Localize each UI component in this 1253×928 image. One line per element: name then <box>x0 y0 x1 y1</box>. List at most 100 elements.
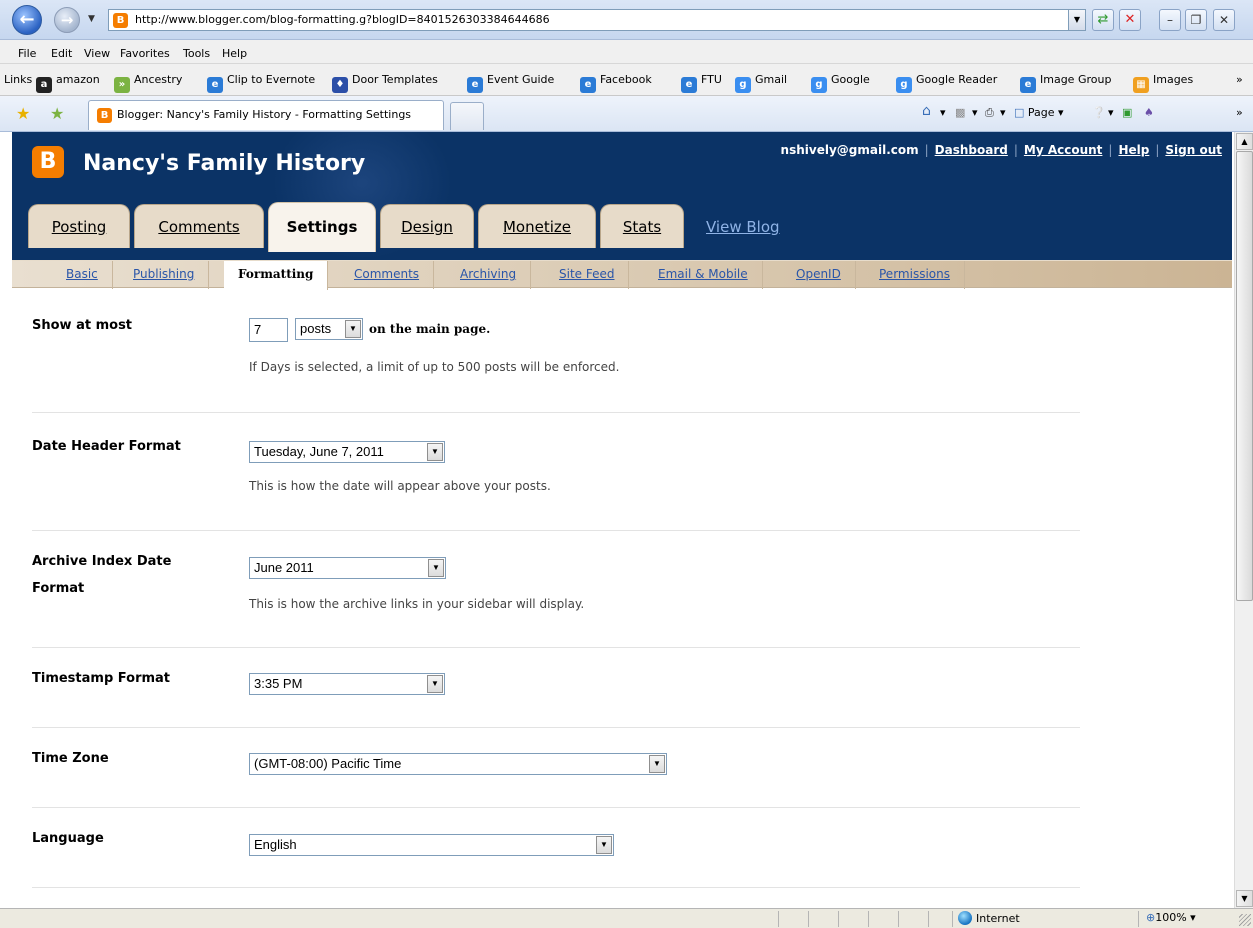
post-count-input[interactable]: 7 <box>249 318 288 342</box>
zoom-icon: ⊕ <box>1146 911 1156 924</box>
browser-chrome: ← → ▼ B http://www.blogger.com/blog-form… <box>0 0 1253 132</box>
separator: | <box>924 143 929 157</box>
menu-view[interactable]: View <box>84 47 110 60</box>
subtab-basic[interactable]: Basic <box>52 261 113 289</box>
dashboard-link[interactable]: Dashboard <box>935 143 1008 157</box>
subtab-permissions[interactable]: Permissions <box>865 261 965 289</box>
print-icon[interactable]: ⎙ <box>985 106 994 120</box>
link-google-reader[interactable]: g Google Reader <box>896 73 997 93</box>
subtab-comments[interactable]: Comments <box>340 261 435 289</box>
print-dropdown-icon[interactable]: ▾ <box>1000 106 1006 119</box>
separator: | <box>1155 143 1160 157</box>
link-door-templates[interactable]: ♦ Door Templates <box>332 73 438 93</box>
restore-icon[interactable]: ❐ <box>1185 9 1207 31</box>
post-unit-select[interactable]: posts ▼ <box>295 318 363 340</box>
main-page-text: on the main page. <box>369 322 491 336</box>
link-image-group[interactable]: e Image Group <box>1020 73 1111 93</box>
home-dropdown-icon[interactable]: ▾ <box>940 106 946 119</box>
link-images[interactable]: ▦ Images <box>1133 73 1193 93</box>
add-favorites-icon[interactable]: ★ <box>50 104 64 123</box>
browser-tab-active[interactable]: B Blogger: Nancy's Family History - Form… <box>88 100 444 130</box>
status-divider <box>952 911 953 927</box>
subtab-openid[interactable]: OpenID <box>782 261 856 289</box>
resize-grip-icon[interactable] <box>1239 914 1251 926</box>
blogger-favicon-icon: B <box>113 13 128 28</box>
security-zone[interactable]: Internet <box>958 911 1020 925</box>
refresh-icon[interactable]: ⇄ <box>1092 9 1114 31</box>
tab-comments[interactable]: Comments <box>134 204 264 248</box>
date-header-value: Tuesday, June 7, 2011 <box>254 444 384 459</box>
feeds-icon[interactable]: ▩ <box>955 106 965 119</box>
status-divider <box>928 911 929 927</box>
link-gmail[interactable]: g Gmail <box>735 73 787 93</box>
ie-icon: e <box>207 77 223 93</box>
link-facebook[interactable]: e Facebook <box>580 73 652 93</box>
tab-design[interactable]: Design <box>380 204 474 248</box>
tab-stats[interactable]: Stats <box>600 204 684 248</box>
amazon-icon: a <box>36 77 52 93</box>
subtab-publishing[interactable]: Publishing <box>119 261 210 289</box>
help-dropdown-icon[interactable]: ▾ <box>1108 106 1114 119</box>
archive-index-select[interactable]: June 2011 ▼ <box>249 557 446 579</box>
my-account-link[interactable]: My Account <box>1024 143 1103 157</box>
menu-help[interactable]: Help <box>222 47 247 60</box>
scrollbar-thumb[interactable] <box>1236 151 1253 601</box>
favorites-star-icon[interactable]: ★ <box>16 104 30 123</box>
language-select[interactable]: English ▼ <box>249 834 614 856</box>
feeds-dropdown-icon[interactable]: ▾ <box>972 106 978 119</box>
help-link[interactable]: Help <box>1118 143 1149 157</box>
link-ftu[interactable]: e FTU <box>681 73 722 93</box>
tab-posting[interactable]: Posting <box>28 204 130 248</box>
timestamp-select[interactable]: 3:35 PM ▼ <box>249 673 445 695</box>
menu-file[interactable]: File <box>18 47 36 60</box>
tab-bar: ★ ★ B Blogger: Nancy's Family History - … <box>0 96 1253 132</box>
user-email: nshively@gmail.com <box>780 143 919 157</box>
messenger-icon[interactable]: ♠ <box>1144 106 1154 119</box>
back-button[interactable]: ← <box>12 5 42 35</box>
status-divider <box>838 911 839 927</box>
blogger-logo-icon[interactable]: B <box>32 146 64 178</box>
minimize-icon[interactable]: – <box>1159 9 1181 31</box>
link-clip-to-evernote[interactable]: e Clip to Evernote <box>207 73 315 93</box>
vertical-scrollbar[interactable]: ▲ ▼ <box>1234 132 1253 908</box>
zoom-level[interactable]: ⊕100% ▾ <box>1146 911 1196 924</box>
time-zone-select[interactable]: (GMT-08:00) Pacific Time ▼ <box>249 753 667 775</box>
subtab-formatting[interactable]: Formatting <box>224 261 329 290</box>
menu-favorites[interactable]: Favorites <box>120 47 170 60</box>
scroll-up-icon[interactable]: ▲ <box>1236 133 1253 150</box>
close-window-icon[interactable]: ✕ <box>1213 9 1235 31</box>
research-icon[interactable]: ▣ <box>1122 106 1132 119</box>
scroll-down-icon[interactable]: ▼ <box>1236 890 1253 907</box>
status-divider <box>808 911 809 927</box>
address-field[interactable]: B http://www.blogger.com/blog-formatting… <box>108 9 1086 31</box>
google-icon: g <box>735 77 751 93</box>
ie-icon: e <box>681 77 697 93</box>
archive-index-label-line2: Format <box>32 581 85 596</box>
help-icon[interactable]: ❔ <box>1092 106 1106 119</box>
sign-out-link[interactable]: Sign out <box>1165 143 1222 157</box>
link-amazon[interactable]: a amazon <box>36 73 100 93</box>
recent-pages-dropdown-icon[interactable]: ▼ <box>88 14 95 24</box>
commands-overflow-icon[interactable]: » <box>1236 106 1243 119</box>
page-menu[interactable]: □ Page ▾ <box>1014 106 1064 119</box>
link-google[interactable]: g Google <box>811 73 870 93</box>
subtab-email-mobile[interactable]: Email & Mobile <box>644 261 763 289</box>
subtab-site-feed[interactable]: Site Feed <box>545 261 630 289</box>
show-at-most-row: Show at most 7 posts ▼ on the main page.… <box>32 289 1080 413</box>
stop-icon[interactable]: ✕ <box>1119 9 1141 31</box>
address-dropdown-icon[interactable]: ▼ <box>1068 10 1085 30</box>
view-blog-link[interactable]: View Blog <box>706 218 780 236</box>
new-tab-button[interactable] <box>450 102 484 130</box>
date-header-select[interactable]: Tuesday, June 7, 2011 ▼ <box>249 441 445 463</box>
forward-button[interactable]: → <box>54 7 80 33</box>
subtab-archiving[interactable]: Archiving <box>446 261 532 289</box>
menu-tools[interactable]: Tools <box>183 47 210 60</box>
link-ancestry[interactable]: » Ancestry <box>114 73 182 93</box>
tab-monetize[interactable]: Monetize <box>478 204 596 248</box>
link-event-guide[interactable]: e Event Guide <box>467 73 554 93</box>
home-icon[interactable]: ⌂ <box>922 103 931 119</box>
menu-edit[interactable]: Edit <box>51 47 72 60</box>
user-links: nshively@gmail.com | Dashboard | My Account |… <box>781 143 1222 157</box>
links-overflow-icon[interactable]: » <box>1236 73 1243 86</box>
tab-settings[interactable]: Settings <box>268 202 376 252</box>
